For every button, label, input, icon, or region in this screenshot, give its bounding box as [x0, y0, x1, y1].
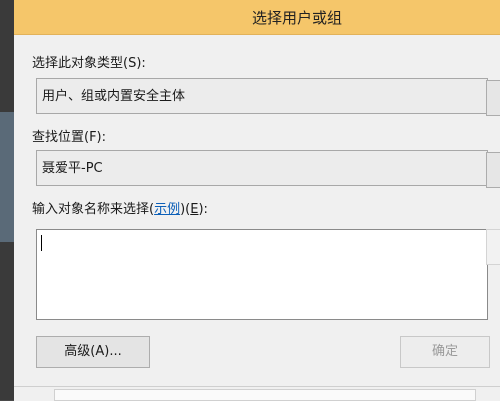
- object-type-field: 用户、组或内置安全主体: [36, 78, 488, 114]
- object-type-value: 用户、组或内置安全主体: [42, 89, 186, 104]
- location-value: 聂爱平-PC: [42, 161, 103, 176]
- dialog-title: 选择用户或组: [251, 9, 342, 27]
- dialog-title-bar[interactable]: 选择用户或组: [14, 0, 500, 35]
- object-names-input[interactable]: [36, 229, 488, 320]
- object-names-label-suffix: ):: [198, 202, 208, 217]
- locations-button[interactable]: [486, 152, 500, 188]
- object-names-label-middle: )(: [180, 202, 191, 217]
- select-users-or-groups-dialog: 选择用户或组 选择此对象类型(S): 用户、组或内置安全主体 查找位置(F): …: [14, 0, 500, 386]
- object-names-label-prefix: 输入对象名称来选择(: [32, 202, 155, 217]
- check-names-button[interactable]: [486, 229, 500, 265]
- background-window-strip: [0, 112, 14, 242]
- object-names-label: 输入对象名称来选择(示例)(E):: [32, 198, 208, 217]
- background-field: [54, 389, 476, 401]
- background-window-bottom: [14, 386, 500, 401]
- object-type-label: 选择此对象类型(S):: [32, 56, 146, 71]
- ok-button[interactable]: 确定: [400, 336, 490, 368]
- advanced-button[interactable]: 高级(A)...: [36, 336, 150, 368]
- location-label: 查找位置(F):: [32, 130, 107, 145]
- examples-link[interactable]: 示例: [154, 202, 180, 217]
- text-caret: [41, 235, 42, 251]
- object-types-button[interactable]: [486, 80, 500, 116]
- location-field: 聂爱平-PC: [36, 150, 488, 186]
